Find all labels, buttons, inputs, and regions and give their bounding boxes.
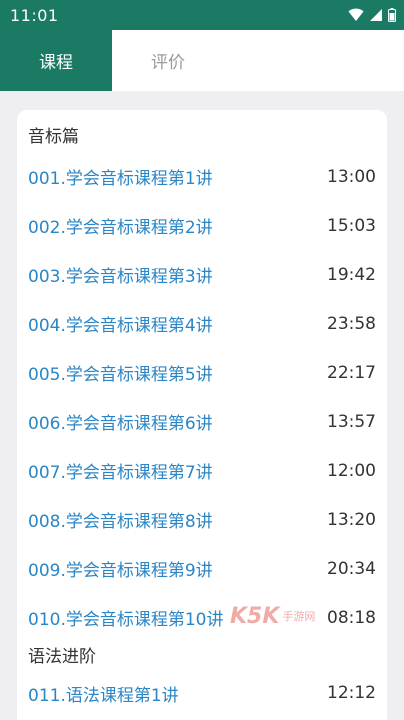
lesson-title: 003.学会音标课程第3讲 xyxy=(28,267,213,287)
battery-icon xyxy=(388,8,396,22)
lesson-duration: 13:20 xyxy=(327,509,376,530)
lesson-item[interactable]: 006.学会音标课程第6讲 13:57 xyxy=(17,397,387,446)
section-title-phonetics: 音标篇 xyxy=(28,127,79,147)
lesson-title: 008.学会音标课程第8讲 xyxy=(28,512,213,532)
lesson-title: 004.学会音标课程第4讲 xyxy=(28,316,213,336)
lesson-duration: 23:58 xyxy=(327,313,376,334)
lesson-item[interactable]: 009.学会音标课程第9讲 20:34 xyxy=(17,544,387,593)
lesson-item[interactable]: 007.学会音标课程第7讲 12:00 xyxy=(17,446,387,495)
lesson-duration: 12:12 xyxy=(327,683,376,703)
lesson-title: 010.学会音标课程第10讲 xyxy=(28,610,224,630)
lesson-duration: 13:57 xyxy=(327,411,376,432)
lesson-title: 009.学会音标课程第9讲 xyxy=(28,561,213,581)
lesson-item[interactable]: 003.学会音标课程第3讲 19:42 xyxy=(17,250,387,299)
tab-bar: 课程 评价 xyxy=(0,30,404,91)
tab-reviews[interactable]: 评价 xyxy=(112,30,224,91)
lesson-item[interactable]: 001.学会音标课程第1讲 13:00 xyxy=(17,152,387,201)
lesson-item[interactable]: 002.学会音标课程第2讲 15:03 xyxy=(17,201,387,250)
signal-icon xyxy=(370,9,382,21)
lesson-duration: 08:18 xyxy=(327,607,376,628)
lesson-item[interactable]: 011.语法课程第1讲 12:12 xyxy=(17,672,387,714)
status-bar: 11:01 xyxy=(0,0,404,30)
lesson-title: 006.学会音标课程第6讲 xyxy=(28,414,213,434)
lesson-item[interactable]: 008.学会音标课程第8讲 13:20 xyxy=(17,495,387,544)
lesson-duration: 19:42 xyxy=(327,264,376,285)
lesson-title: 011.语法课程第1讲 xyxy=(28,685,179,706)
lesson-title: 002.学会音标课程第2讲 xyxy=(28,218,213,238)
lesson-item[interactable]: 005.学会音标课程第5讲 22:17 xyxy=(17,348,387,397)
lesson-duration: 20:34 xyxy=(327,558,376,579)
lesson-title: 007.学会音标课程第7讲 xyxy=(28,463,213,483)
lesson-item[interactable]: 004.学会音标课程第4讲 23:58 xyxy=(17,299,387,348)
status-time: 11:01 xyxy=(10,5,59,25)
status-icons xyxy=(348,8,396,22)
lesson-title: 001.学会音标课程第1讲 xyxy=(28,169,213,189)
tab-course[interactable]: 课程 xyxy=(0,30,112,91)
course-list-card: 音标篇 001.学会音标课程第1讲 13:00 002.学会音标课程第2讲 15… xyxy=(17,110,387,720)
lesson-duration: 13:00 xyxy=(327,166,376,187)
lesson-item[interactable]: 010.学会音标课程第10讲 08:18 xyxy=(17,593,387,642)
lesson-duration: 15:03 xyxy=(327,215,376,236)
lesson-duration: 12:00 xyxy=(327,460,376,481)
lesson-duration: 22:17 xyxy=(327,362,376,383)
lesson-title: 005.学会音标课程第5讲 xyxy=(28,365,213,385)
wifi-icon xyxy=(348,8,364,21)
section-title-grammar: 语法进阶 xyxy=(28,647,96,667)
